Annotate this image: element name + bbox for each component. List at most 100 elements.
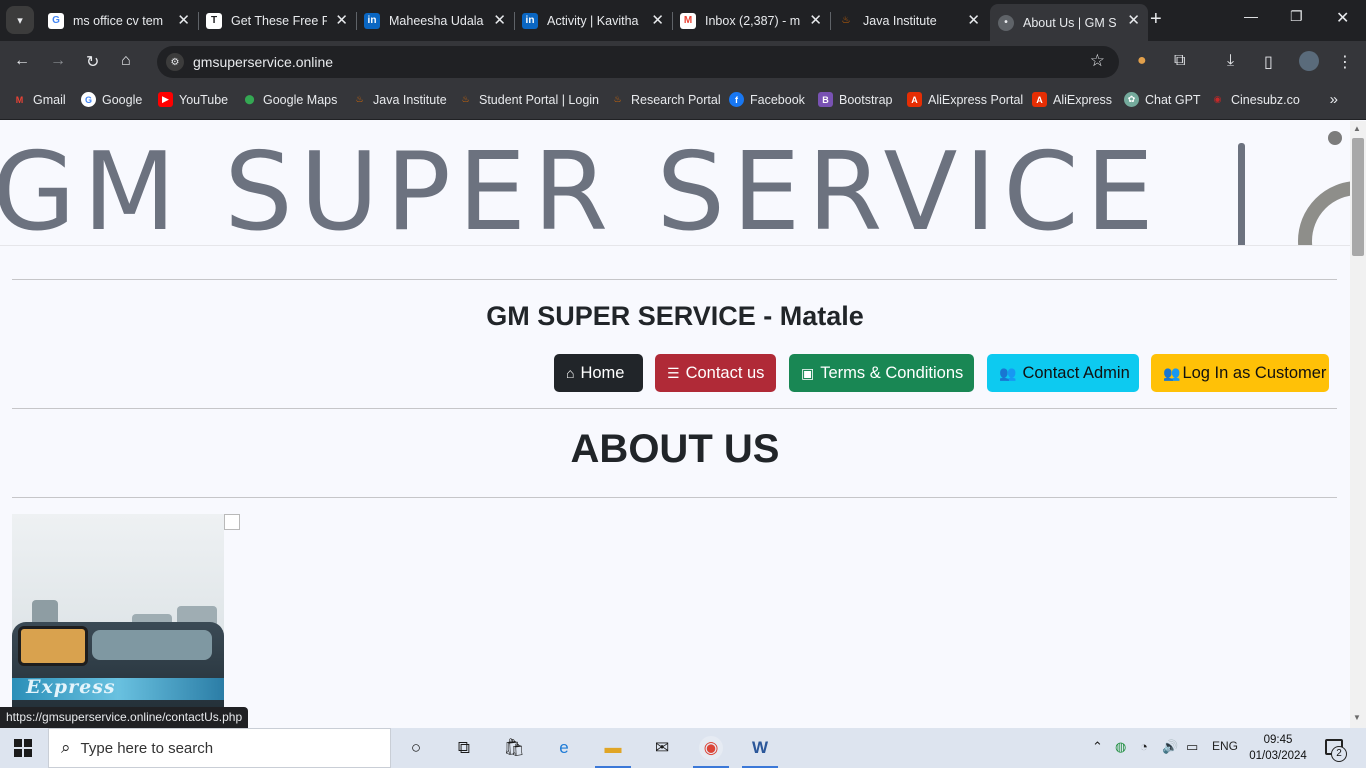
url-text[interactable]: gmsuperservice.online	[193, 54, 333, 70]
language-indicator[interactable]: ENG	[1212, 739, 1238, 753]
task-view-icon[interactable]: ⧉	[452, 736, 476, 760]
chrome-icon[interactable]: ◉	[693, 736, 729, 768]
site-icon: T	[206, 12, 222, 29]
cookie-extension-icon[interactable]: ●	[1137, 52, 1147, 70]
site-info-icon[interactable]: ⚙	[166, 53, 184, 71]
about-heading: ABOUT US	[570, 427, 780, 471]
new-tab-button[interactable]: +	[1150, 8, 1162, 31]
volume-icon[interactable]: 🔊	[1162, 739, 1178, 755]
edge-icon[interactable]: e	[552, 736, 576, 760]
wifi-icon[interactable]: ◔	[1140, 739, 1148, 754]
more-bookmarks-icon[interactable]: »	[1330, 91, 1338, 108]
browser-toolbar: ← → ↻ ⌂ ⚙ gmsuperservice.online ☆ ● ⧉ ⤓ …	[0, 41, 1366, 82]
tab-title: ms office cv tem	[73, 13, 164, 28]
contact-admin-button[interactable]: 👥 Contact Admin	[987, 354, 1139, 392]
close-icon[interactable]: ✕	[651, 11, 664, 29]
window-close-icon[interactable]: ✕	[1336, 8, 1349, 28]
bus-photo: Express	[12, 514, 224, 728]
file-explorer-icon[interactable]: ▬	[595, 736, 631, 768]
tab-1[interactable]: T Get These Free F ✕	[198, 4, 357, 37]
bus-logo-text: Express	[26, 676, 116, 698]
taskbar: ⌕ Type here to search ○ ⧉ 🛍 e ▬ ✉ ◉ W ⌃ …	[0, 728, 1366, 768]
close-icon[interactable]: ✕	[177, 11, 190, 29]
close-icon[interactable]: ✕	[493, 11, 506, 29]
tab-5[interactable]: ♨ Java Institute ✕	[830, 4, 988, 37]
bookmark-research-portal[interactable]: ♨ Research Portal	[610, 92, 720, 107]
page-scrollbar[interactable]: ▲ ▼	[1350, 121, 1366, 728]
battery-icon[interactable]: ▭	[1186, 739, 1198, 755]
divider	[12, 279, 1337, 280]
login-customer-button[interactable]: 👥 Log In as Customer	[1151, 354, 1329, 392]
menu-icon[interactable]: ⋮	[1337, 52, 1353, 72]
taskbar-search[interactable]: ⌕ Type here to search	[48, 728, 391, 768]
tab-4[interactable]: M Inbox (2,387) - m ✕	[672, 4, 831, 37]
restore-icon[interactable]: ❐	[1290, 8, 1303, 25]
security-icon[interactable]: ◍	[1115, 739, 1126, 755]
download-icon[interactable]: ⤓	[1227, 52, 1234, 70]
profile-avatar[interactable]	[1299, 51, 1319, 71]
forward-icon[interactable]: →	[50, 52, 66, 70]
tab-6-active[interactable]: • About Us | GM S ✕	[990, 4, 1148, 41]
tab-search-button[interactable]: ▾	[6, 6, 34, 34]
close-icon[interactable]: ✕	[967, 11, 980, 29]
tab-title: Maheesha Udala	[389, 13, 484, 28]
scroll-up-icon[interactable]: ▲	[1353, 124, 1361, 133]
bookmark-bootstrap[interactable]: B Bootstrap	[818, 92, 893, 107]
reload-icon[interactable]: ↻	[86, 52, 99, 72]
broken-image-icon	[224, 514, 240, 530]
search-icon: ⌕	[61, 738, 71, 757]
word-icon[interactable]: W	[742, 736, 778, 768]
back-icon[interactable]: ←	[14, 52, 30, 70]
cortana-icon[interactable]: ○	[404, 736, 428, 760]
chatgpt-icon: ✿	[1124, 92, 1139, 107]
tray-expand-icon[interactable]: ⌃	[1092, 739, 1103, 755]
bookmark-chat-gpt[interactable]: ✿ Chat GPT	[1124, 92, 1201, 107]
scrollbar-thumb[interactable]	[1352, 138, 1364, 256]
clock-time: 09:45	[1263, 734, 1293, 746]
java-icon: ♨	[461, 94, 470, 104]
bookmark-student-portal[interactable]: ♨ Student Portal | Login	[458, 92, 599, 107]
tab-3[interactable]: in Activity | Kavitha ✕	[514, 4, 673, 37]
windows-start-icon[interactable]	[14, 739, 32, 757]
aliexpress-icon: A	[1032, 92, 1047, 107]
banner-logo-text: GM SUPER SERVICE	[0, 130, 1161, 247]
bookmark-gmail[interactable]: M Gmail	[12, 92, 66, 107]
youtube-icon: ▶	[158, 92, 173, 107]
bookmark-youtube[interactable]: ▶ YouTube	[158, 92, 228, 107]
banner-divider	[1238, 143, 1245, 246]
bus-destination-sign	[18, 626, 88, 666]
side-panel-icon[interactable]: ▯	[1264, 52, 1273, 72]
bookmark-facebook[interactable]: f Facebook	[729, 92, 805, 107]
store-icon[interactable]: 🛍	[502, 736, 526, 760]
home-icon[interactable]: ⌂	[121, 52, 131, 70]
terms-conditions-button[interactable]: ▣ Terms & Conditions	[789, 354, 974, 392]
bookmark-google-maps[interactable]: ⬤ Google Maps	[242, 92, 337, 107]
scroll-down-icon[interactable]: ▼	[1353, 713, 1361, 722]
tab-0[interactable]: G ms office cv tem ✕	[40, 4, 199, 37]
divider	[12, 408, 1337, 409]
home-button[interactable]: ⌂ Home	[554, 354, 643, 392]
close-icon[interactable]: ✕	[1127, 11, 1140, 29]
bookmark-google[interactable]: G Google	[81, 92, 142, 107]
facebook-icon: f	[729, 92, 744, 107]
contact-us-button[interactable]: ☰ Contact us	[655, 354, 776, 392]
bootstrap-icon: B	[818, 92, 833, 107]
address-bar[interactable]: ⚙ gmsuperservice.online ☆	[157, 46, 1119, 78]
bookmark-star-icon[interactable]: ☆	[1090, 51, 1105, 71]
mail-icon[interactable]: ✉	[650, 736, 674, 760]
tab-2[interactable]: in Maheesha Udala ✕	[356, 4, 515, 37]
clock[interactable]: 09:45 01/03/2024	[1249, 732, 1307, 764]
minimize-icon[interactable]: —	[1244, 8, 1258, 24]
bookmark-cinesubz[interactable]: ◉ Cinesubz.co	[1210, 92, 1300, 107]
bookmark-aliexpress-portal[interactable]: A AliExpress Portal	[907, 92, 1023, 107]
bookmark-java-institute[interactable]: ♨ Java Institute	[352, 92, 446, 107]
banner-logo-graphic	[1298, 181, 1350, 246]
tab-title: Activity | Kavitha	[547, 13, 639, 28]
close-icon[interactable]: ✕	[335, 11, 348, 29]
page-content: GM SUPER SERVICE GM SUPER SERVICE - Mata…	[0, 121, 1350, 728]
users-icon: 👥	[999, 364, 1017, 381]
extensions-icon[interactable]: ⧉	[1174, 52, 1185, 70]
close-icon[interactable]: ✕	[809, 11, 822, 29]
linkedin-icon: in	[364, 12, 380, 29]
bookmark-aliexpress[interactable]: A AliExpress	[1032, 92, 1112, 107]
